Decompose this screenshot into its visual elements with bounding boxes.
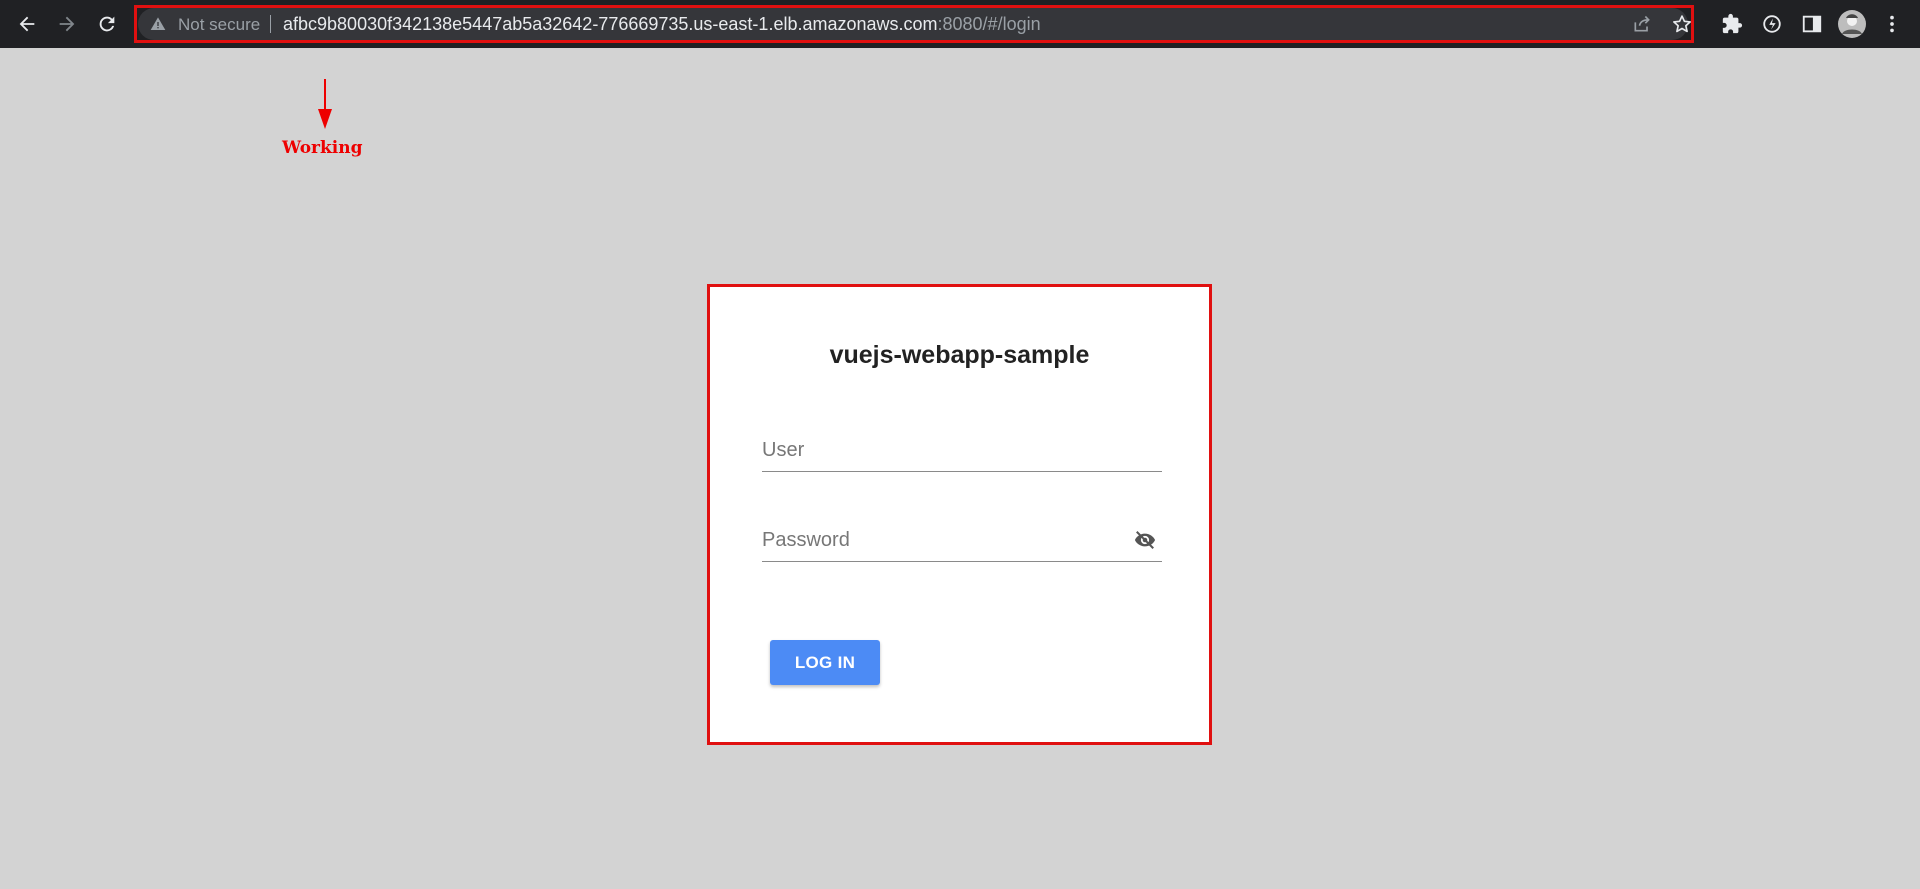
sync-icon[interactable]: [1756, 8, 1788, 40]
user-input[interactable]: [762, 431, 1162, 469]
page-title: vuejs-webapp-sample: [829, 341, 1090, 369]
menu-icon[interactable]: [1876, 8, 1908, 40]
reload-icon[interactable]: [91, 8, 123, 40]
avatar[interactable]: [1836, 8, 1868, 40]
login-button[interactable]: LOG IN: [770, 640, 880, 685]
extensions-icon[interactable]: [1716, 8, 1748, 40]
password-input[interactable]: [762, 521, 1162, 559]
arrow-down-icon: [318, 79, 332, 134]
address-bar-highlight: [134, 5, 1694, 43]
forward-icon[interactable]: [51, 8, 83, 40]
eye-off-icon[interactable]: [1132, 529, 1158, 556]
side-panel-icon[interactable]: [1796, 8, 1828, 40]
back-icon[interactable]: [11, 8, 43, 40]
password-field: [762, 521, 1162, 562]
browser-toolbar: Not secure afbc9b80030f342138e5447ab5a32…: [0, 0, 1920, 48]
annotation-label: Working: [282, 138, 363, 158]
login-card: vuejs-webapp-sample LOG IN: [707, 284, 1212, 745]
user-field: [762, 431, 1162, 472]
